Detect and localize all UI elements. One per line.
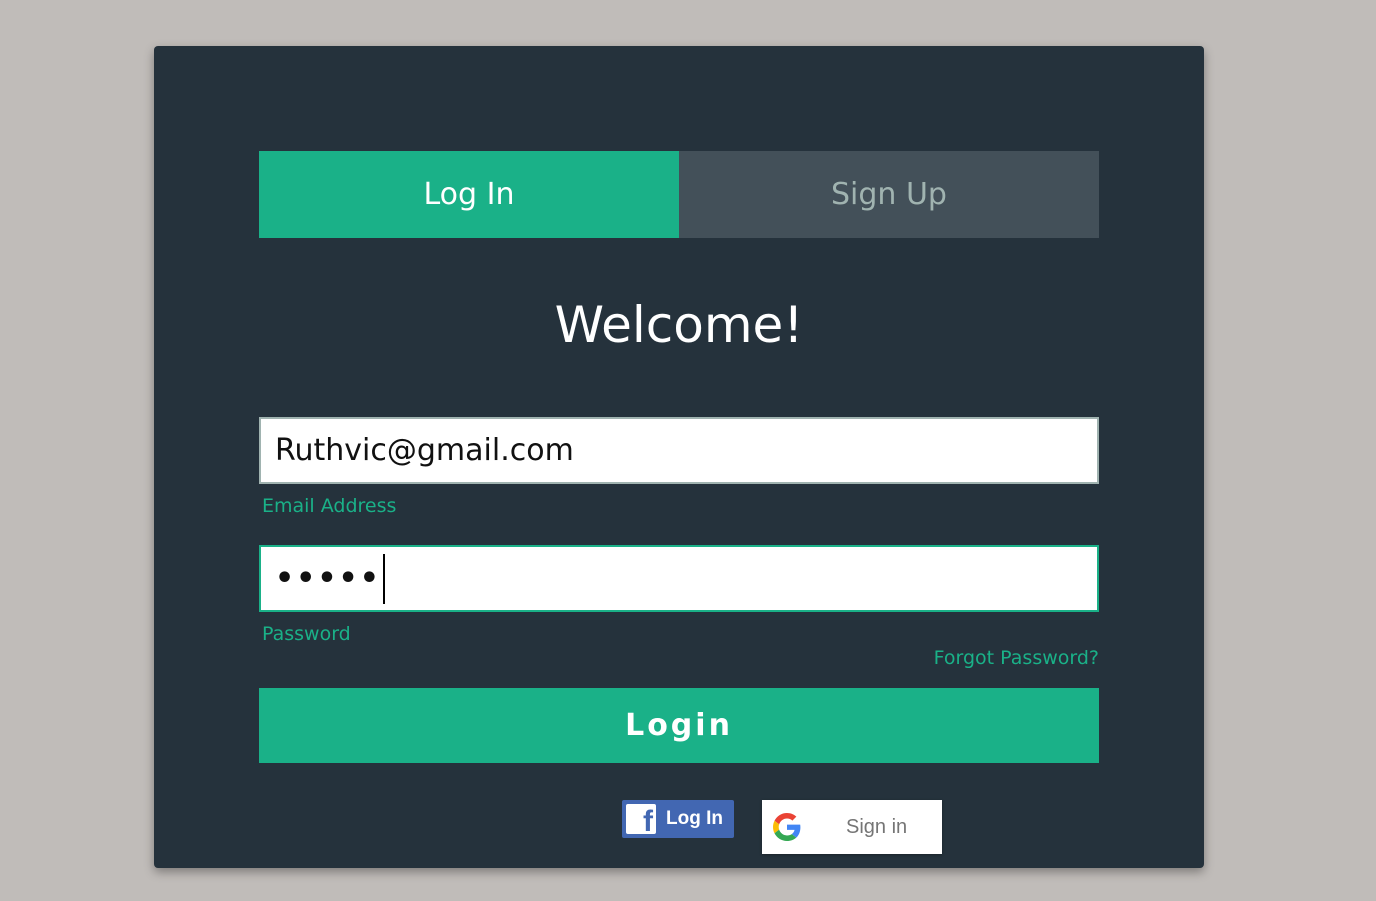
google-sign-in-button[interactable]: Sign in	[762, 800, 942, 854]
text-cursor	[382, 553, 385, 604]
google-g-icon	[772, 812, 802, 842]
email-field[interactable]: Ruthvic@gmail.com	[259, 417, 1099, 484]
forgot-password-link[interactable]: Forgot Password?	[934, 647, 1099, 669]
password-field-label: Password	[262, 623, 351, 645]
password-field[interactable]: •••••	[259, 545, 1099, 612]
tab-log-in[interactable]: Log In	[259, 151, 679, 238]
google-sign-in-label: Sign in	[846, 815, 908, 838]
auth-tabs: Log In Sign Up	[259, 151, 1099, 238]
facebook-login-button[interactable]: f Log In	[622, 800, 734, 838]
tab-sign-up[interactable]: Sign Up	[679, 151, 1099, 238]
facebook-f-icon: f	[626, 804, 656, 834]
email-field-label: Email Address	[262, 495, 397, 517]
facebook-login-label: Log In	[666, 808, 723, 829]
email-value: Ruthvic@gmail.com	[275, 433, 574, 468]
login-card: Log In Sign Up Welcome! Ruthvic@gmail.co…	[154, 46, 1204, 868]
password-value: •••••	[275, 561, 381, 596]
login-button[interactable]: Login	[259, 688, 1099, 763]
page-title: Welcome!	[554, 296, 804, 354]
